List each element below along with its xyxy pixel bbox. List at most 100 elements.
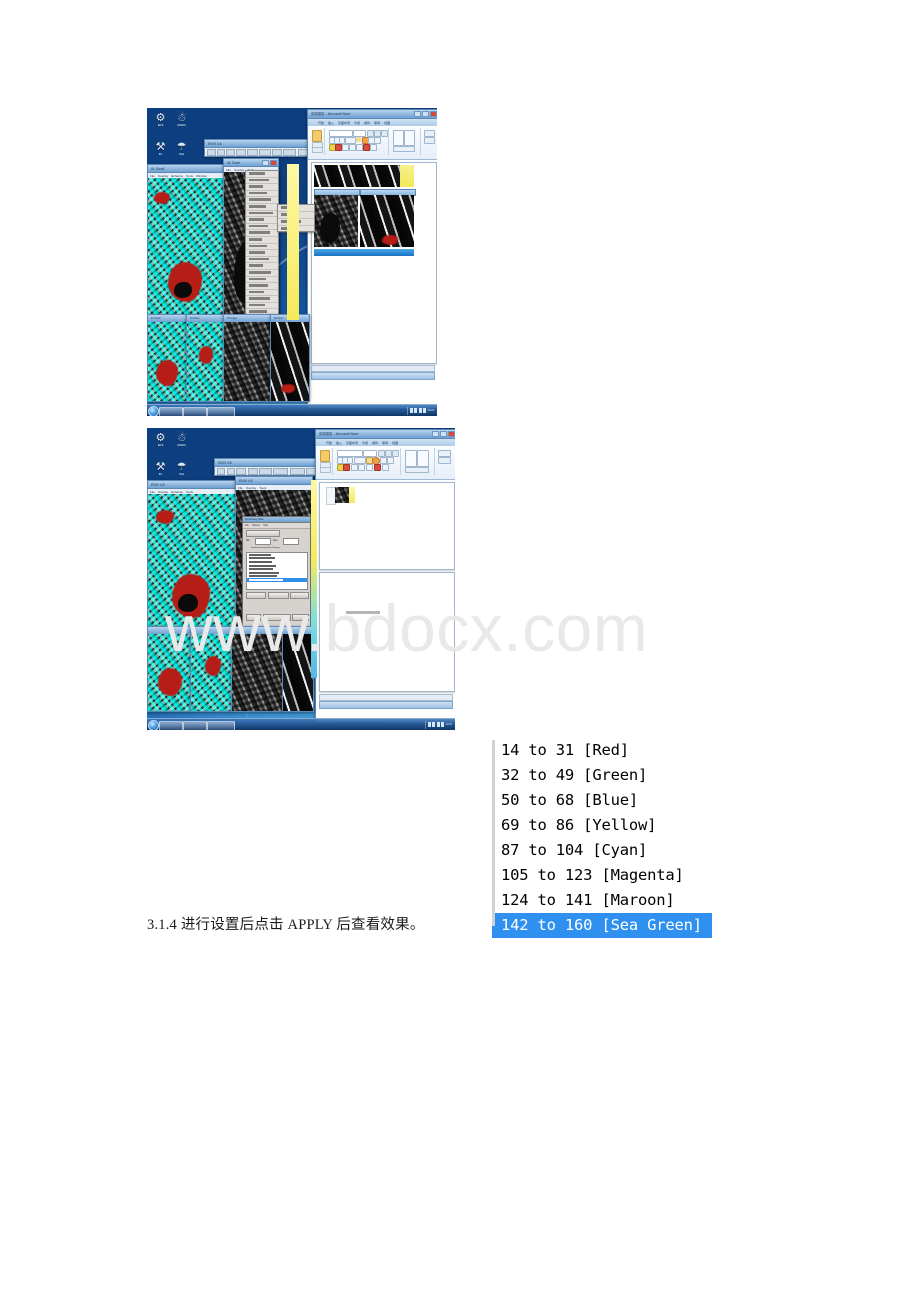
- word-ribbon-body[interactable]: [308, 126, 437, 159]
- word-document-page[interactable]: [311, 162, 437, 364]
- word-window[interactable]: 实验报告 - Microsoft Word 开始 插入 页面布局 引用 邮件 审…: [307, 109, 437, 409]
- ribbon-group-clipboard-2[interactable]: [318, 448, 333, 475]
- display-1-titlebar[interactable]: #1 Scroll: [148, 165, 224, 173]
- desktop-icon-envi-2[interactable]: ⚙ ENVI: [152, 432, 169, 447]
- density-slice-row-2[interactable]: 50 to 68 [Blue]: [492, 788, 712, 813]
- menu-item[interactable]: [246, 244, 278, 251]
- display-2b-titlebar[interactable]: ENVI 4.8: [236, 477, 312, 485]
- word-horizontal-scrollbar[interactable]: [311, 365, 435, 372]
- desktop-icon-idl[interactable]: ⚒ IDL: [152, 141, 169, 156]
- envi-scroll-window-1[interactable]: #1 Scroll: [147, 314, 187, 402]
- menu-item[interactable]: [246, 171, 278, 178]
- taskbar-item-1[interactable]: [159, 406, 183, 416]
- envi-zoom-window-1[interactable]: #2 Image: [223, 314, 271, 402]
- min-input[interactable]: [255, 538, 271, 545]
- menu-item[interactable]: [246, 224, 278, 231]
- menu-item[interactable]: [246, 270, 278, 277]
- desktop-icon-idl-2[interactable]: ⚒ IDL: [152, 461, 169, 476]
- density-slice-menubar[interactable]: File Options Help: [243, 523, 310, 529]
- envi-tools-menu[interactable]: [245, 170, 279, 343]
- range-row-selected[interactable]: [247, 578, 307, 582]
- density-slice-row-5[interactable]: 105 to 123 [Magenta]: [492, 863, 712, 888]
- density-slice-row-3[interactable]: 69 to 86 [Yellow]: [492, 813, 712, 838]
- desktop-icon-envi[interactable]: ⚙ ENVI: [152, 112, 169, 127]
- menu-item[interactable]: [246, 204, 278, 211]
- zoom-2-raster[interactable]: [271, 322, 309, 401]
- density-slice-titlebar[interactable]: #1 Density Slice: [243, 517, 310, 523]
- density-slice-range-list[interactable]: 14 to 31 [Red] 32 to 49 [Green] 50 to 68…: [492, 738, 712, 938]
- zoom-1-raster[interactable]: [224, 322, 270, 401]
- menu-item[interactable]: [246, 296, 278, 303]
- tray-icon-security[interactable]: [418, 408, 422, 413]
- tray-icon-network[interactable]: [427, 722, 431, 727]
- taskbar-item-2b[interactable]: [183, 720, 207, 730]
- taskbar[interactable]: 10:24: [147, 404, 437, 416]
- envi-zoom-window-2[interactable]: #2 Zoom: [270, 314, 310, 402]
- ribbon-group-font-2[interactable]: [334, 448, 401, 475]
- menu-item[interactable]: [246, 197, 278, 204]
- word-ribbon-body-2[interactable]: [316, 446, 455, 479]
- start-orb-icon-2[interactable]: [148, 720, 159, 730]
- display-2-window-controls[interactable]: [262, 160, 277, 166]
- taskbar-2[interactable]: 10:31: [147, 718, 455, 730]
- word-titlebar-2[interactable]: 实验报告 - Microsoft Word: [316, 430, 455, 439]
- taskbar-item-3b[interactable]: [207, 720, 235, 730]
- density-slice-ranges-listbox[interactable]: [246, 552, 308, 590]
- ribbon-group-editing-2[interactable]: [436, 448, 452, 475]
- tray-icon-volume[interactable]: [414, 408, 417, 413]
- menu-item[interactable]: [246, 230, 278, 237]
- display-1b-titlebar[interactable]: ENVI 4.8: [148, 481, 236, 489]
- density-slice-row-0[interactable]: 14 to 31 [Red]: [492, 738, 712, 763]
- tray-icon-ime[interactable]: [423, 408, 426, 413]
- word-document-page-2a[interactable]: [319, 482, 455, 570]
- menu-item-color-mapping[interactable]: [246, 211, 278, 218]
- density-slice-row-1[interactable]: 32 to 49 [Green]: [492, 763, 712, 788]
- word-window-controls[interactable]: [414, 111, 437, 117]
- scroll-2-raster[interactable]: [187, 322, 223, 401]
- scroll-1-raster[interactable]: [148, 322, 186, 401]
- ribbon-group-styles-2[interactable]: [402, 448, 435, 475]
- density-slice-row-4[interactable]: 87 to 104 [Cyan]: [492, 838, 712, 863]
- density-slice-band-button[interactable]: [246, 530, 280, 537]
- menu-item[interactable]: [246, 257, 278, 264]
- menu-item[interactable]: [246, 303, 278, 310]
- word-ribbon-2[interactable]: 开始 插入 页面布局 引用 邮件 审阅 视图: [316, 439, 455, 480]
- max-input[interactable]: [283, 538, 299, 545]
- menu-item[interactable]: [246, 184, 278, 191]
- menu-item[interactable]: [246, 217, 278, 224]
- tray-icon-volume[interactable]: [432, 722, 435, 727]
- system-tray[interactable]: 10:24: [406, 406, 437, 415]
- ribbon-group-editing[interactable]: [422, 128, 436, 155]
- menu-item[interactable]: [246, 290, 278, 297]
- word-ribbon-tabs-2[interactable]: 开始 插入 页面布局 引用 邮件 审阅 视图: [316, 439, 455, 446]
- menu-item[interactable]: [246, 283, 278, 290]
- word-window-2[interactable]: 实验报告 - Microsoft Word 开始 插入 页面布局 引用 邮件 审…: [315, 429, 455, 723]
- tray-icon-security[interactable]: [436, 722, 440, 727]
- desktop-icon-tools[interactable]: ☂ Tools: [173, 141, 190, 156]
- menu-item[interactable]: [246, 277, 278, 284]
- desktop-icon-tools-2[interactable]: ☂ Tools: [173, 461, 190, 476]
- word-window-controls-2[interactable]: [432, 431, 455, 437]
- start-orb-icon[interactable]: [148, 406, 159, 416]
- ribbon-group-styles[interactable]: [390, 128, 421, 155]
- display-2-titlebar[interactable]: #1 Zoom: [224, 159, 278, 167]
- word-ribbon-tabs[interactable]: 开始 插入 页面布局 引用 邮件 审阅 视图: [308, 119, 437, 126]
- taskbar-item-1b[interactable]: [159, 720, 183, 730]
- tray-icon-network[interactable]: [409, 408, 413, 413]
- tray-icon-ime[interactable]: [441, 722, 444, 727]
- menu-item[interactable]: [246, 191, 278, 198]
- word-ribbon[interactable]: 开始 插入 页面布局 引用 邮件 审阅 视图: [308, 119, 437, 160]
- word-horizontal-scrollbar-2[interactable]: [319, 694, 453, 701]
- taskbar-item-2[interactable]: [183, 406, 207, 416]
- word-titlebar[interactable]: 实验报告 - Microsoft Word: [308, 110, 437, 119]
- density-slice-row-7-selected[interactable]: 142 to 160 [Sea Green]: [492, 913, 712, 938]
- taskbar-item-3[interactable]: [207, 406, 235, 416]
- ribbon-group-font[interactable]: [326, 128, 389, 155]
- menu-item[interactable]: [246, 237, 278, 244]
- envi-scroll-window-2[interactable]: #1 Zoom: [186, 314, 224, 402]
- menu-item[interactable]: [246, 178, 278, 185]
- desktop-icon-erdas-2[interactable]: ☃ ERDAS: [173, 432, 190, 447]
- menu-item[interactable]: [246, 263, 278, 270]
- menu-item[interactable]: [246, 250, 278, 257]
- desktop-icon-erdas[interactable]: ☃ ERDAS: [173, 112, 190, 127]
